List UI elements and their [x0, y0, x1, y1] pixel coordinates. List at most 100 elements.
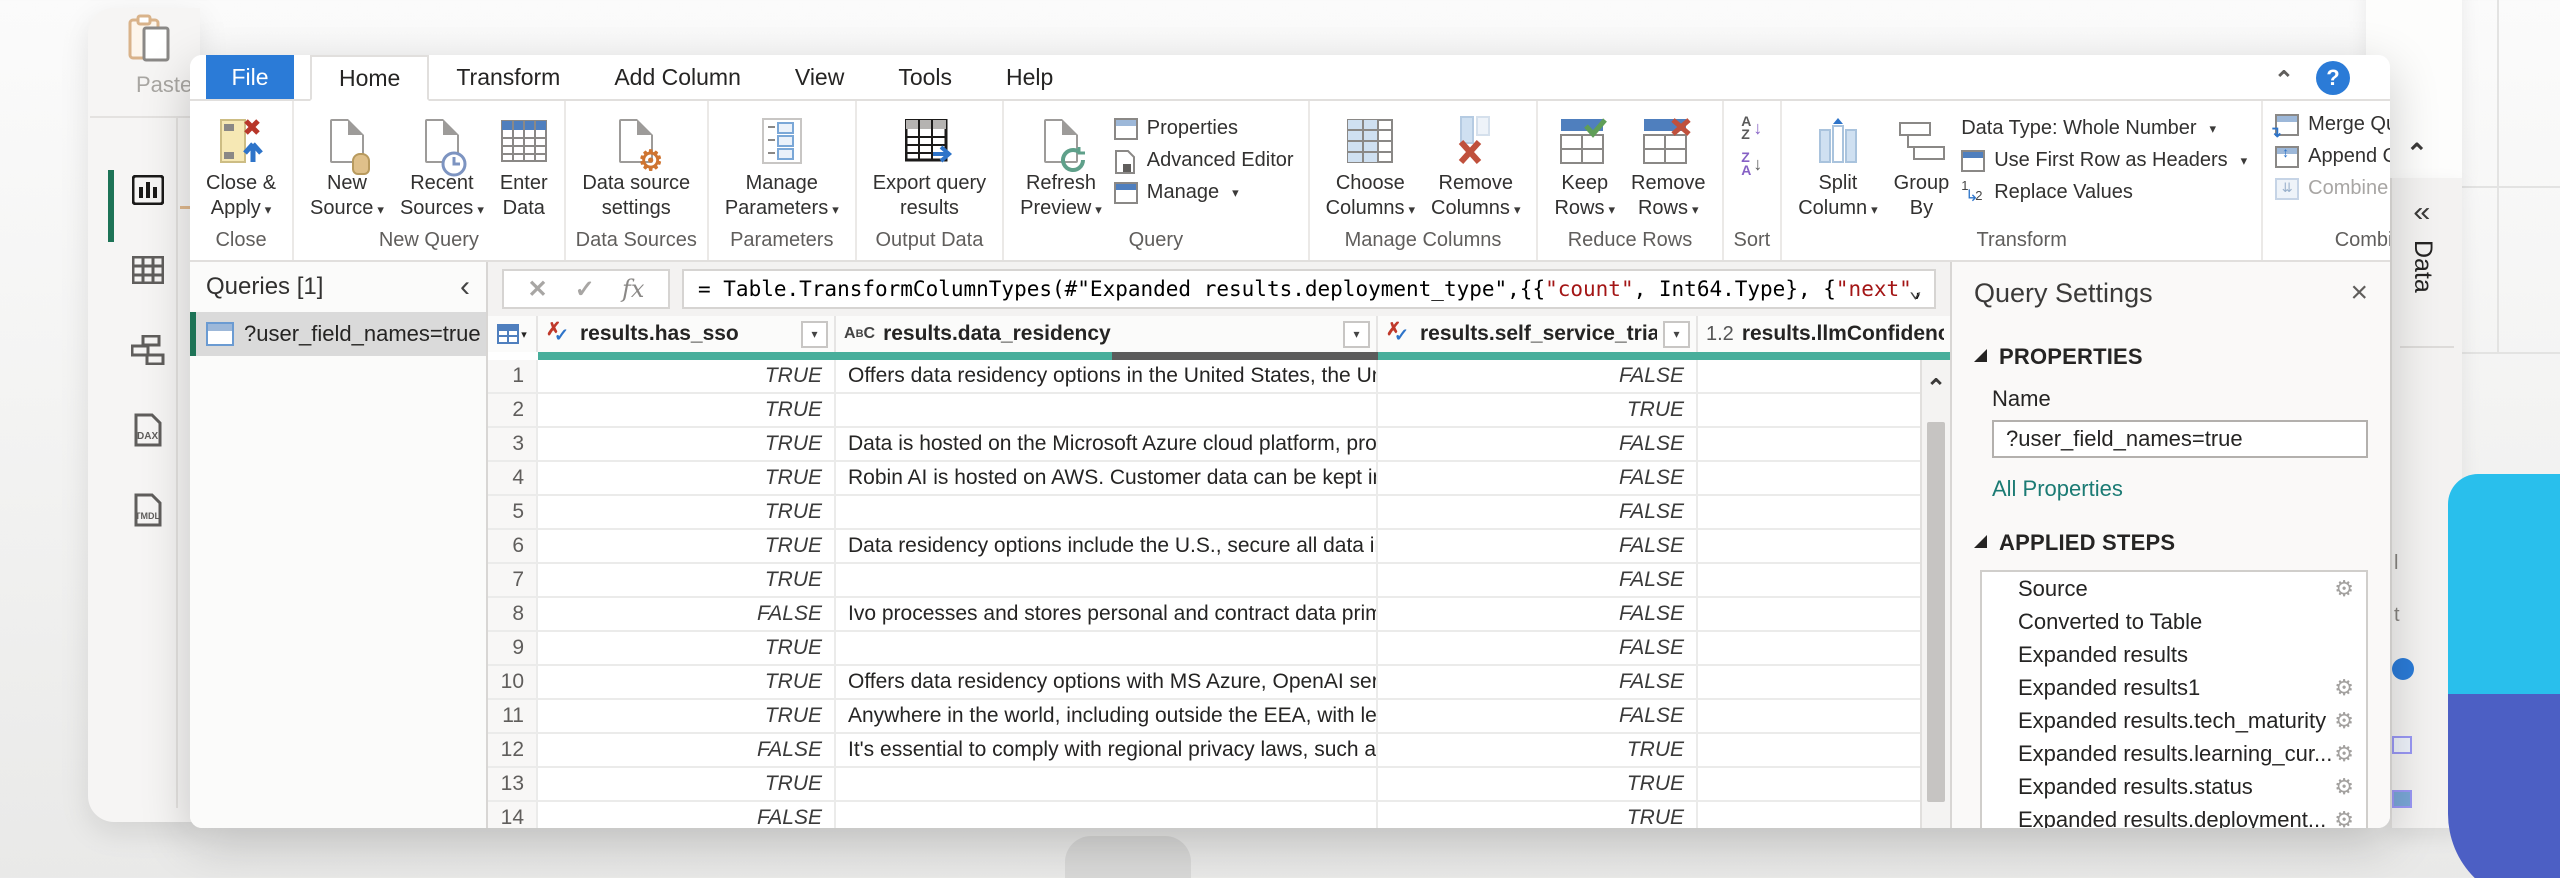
- column-header-has-sso[interactable]: ✗ ✓ results.has_sso ▾: [538, 316, 836, 352]
- group-by-button[interactable]: Group By: [1886, 107, 1958, 221]
- fx-icon[interactable]: fx: [622, 275, 644, 303]
- model-view-icon[interactable]: [126, 330, 170, 370]
- close-icon[interactable]: ×: [2350, 276, 2368, 310]
- applied-step[interactable]: Source ⚙: [1982, 572, 2366, 605]
- table-view-icon[interactable]: [126, 250, 170, 290]
- row-number[interactable]: 7: [488, 564, 538, 596]
- decimal-type-icon[interactable]: 1.2: [1706, 323, 1734, 346]
- cell-data-residency[interactable]: [836, 564, 1378, 596]
- text-type-icon[interactable]: ABC: [844, 325, 875, 343]
- cell-llmconfidence[interactable]: [1698, 598, 1950, 630]
- column-header-data-residency[interactable]: ABC results.data_residency ▾: [836, 316, 1378, 352]
- vertical-scrollbar[interactable]: ⌃: [1920, 360, 1950, 828]
- cell-llmconfidence[interactable]: [1698, 428, 1950, 460]
- cancel-formula-icon[interactable]: ✕: [528, 275, 548, 304]
- cell-has-sso[interactable]: TRUE: [538, 632, 836, 664]
- tab-home[interactable]: Home: [310, 55, 430, 101]
- applied-step[interactable]: Converted to Table: [1982, 605, 2366, 638]
- cell-data-residency[interactable]: [836, 394, 1378, 426]
- replace-values-button[interactable]: 1 ↳ 2 Replace Values: [1961, 178, 2247, 205]
- filter-button[interactable]: ▾: [1343, 320, 1370, 348]
- applied-step[interactable]: Expanded results.deployment... ⚙: [1982, 803, 2366, 829]
- cell-self-service-trial[interactable]: TRUE: [1378, 394, 1698, 426]
- cell-self-service-trial[interactable]: FALSE: [1378, 496, 1698, 528]
- cell-has-sso[interactable]: TRUE: [538, 564, 836, 596]
- cell-llmconfidence[interactable]: [1698, 394, 1950, 426]
- row-number[interactable]: 3: [488, 428, 538, 460]
- logical-type-icon[interactable]: ✗ ✓: [546, 319, 572, 346]
- formula-input[interactable]: = Table.TransformColumnTypes(#"Expanded …: [682, 269, 1936, 309]
- help-icon[interactable]: ?: [2316, 61, 2350, 95]
- cell-self-service-trial[interactable]: TRUE: [1378, 734, 1698, 766]
- tab-view[interactable]: View: [768, 55, 871, 99]
- export-query-results-button[interactable]: Export query results: [865, 107, 994, 221]
- column-header-self-service-trial[interactable]: ✗ ✓ results.self_service_trial ▾: [1378, 316, 1698, 352]
- section-expander-icon[interactable]: [1974, 348, 1987, 362]
- manage-button[interactable]: Manage ▾: [1113, 181, 1294, 204]
- row-number[interactable]: 6: [488, 530, 538, 562]
- filter-button[interactable]: ▾: [801, 320, 828, 348]
- row-number[interactable]: 4: [488, 462, 538, 494]
- table-row[interactable]: 6 TRUE Data residency options include the …: [488, 530, 1950, 564]
- cell-has-sso[interactable]: TRUE: [538, 462, 836, 494]
- scroll-up-icon[interactable]: ⌃: [1922, 374, 1950, 403]
- cell-data-residency[interactable]: Data is hosted on the Microsoft Azure cl…: [836, 428, 1378, 460]
- append-queries-button[interactable]: ↕ Append Queries▾: [2275, 144, 2390, 168]
- remove-rows-button[interactable]: Remove Rows ▾: [1623, 107, 1713, 222]
- gear-icon[interactable]: ⚙: [2334, 576, 2354, 602]
- gear-icon[interactable]: ⚙: [2334, 807, 2354, 829]
- applied-step[interactable]: Expanded results.status ⚙: [1982, 770, 2366, 803]
- table-row[interactable]: 13 TRUE TRUE: [488, 768, 1950, 802]
- select-all-corner[interactable]: ▾: [488, 316, 538, 352]
- cell-data-residency[interactable]: [836, 632, 1378, 664]
- applied-step[interactable]: Expanded results: [1982, 638, 2366, 671]
- cell-llmconfidence[interactable]: [1698, 496, 1950, 528]
- cell-llmconfidence[interactable]: [1698, 734, 1950, 766]
- table-row[interactable]: 3 TRUE Data is hosted on the Microsoft Azu…: [488, 428, 1950, 462]
- cell-data-residency[interactable]: Robin AI is hosted on AWS. Customer data…: [836, 462, 1378, 494]
- table-row[interactable]: 4 TRUE Robin AI is hosted on AWS. Customer…: [488, 462, 1950, 496]
- cell-llmconfidence[interactable]: [1698, 462, 1950, 494]
- row-number[interactable]: 5: [488, 496, 538, 528]
- manage-parameters-button[interactable]: Manage Parameters ▾: [717, 107, 847, 222]
- applied-step[interactable]: Expanded results.learning_cur... ⚙: [1982, 737, 2366, 770]
- cell-has-sso[interactable]: FALSE: [538, 802, 836, 828]
- choose-columns-button[interactable]: Choose Columns ▾: [1318, 107, 1423, 222]
- expand-formula-icon[interactable]: ⌄: [1909, 278, 1922, 303]
- applied-step[interactable]: Expanded results.tech_maturity ⚙: [1982, 704, 2366, 737]
- gear-icon[interactable]: ⚙: [2334, 675, 2354, 701]
- properties-button[interactable]: Properties: [1113, 117, 1294, 140]
- cell-has-sso[interactable]: TRUE: [538, 428, 836, 460]
- cell-self-service-trial[interactable]: FALSE: [1378, 632, 1698, 664]
- cell-has-sso[interactable]: TRUE: [538, 768, 836, 800]
- cell-has-sso[interactable]: TRUE: [538, 666, 836, 698]
- applied-step[interactable]: Expanded results1 ⚙: [1982, 671, 2366, 704]
- enter-data-button[interactable]: Enter Data: [492, 107, 556, 221]
- tab-tools[interactable]: Tools: [871, 55, 979, 99]
- tmdl-view-icon[interactable]: TMDL: [126, 490, 170, 530]
- all-properties-link[interactable]: All Properties: [1952, 458, 2390, 502]
- logical-type-icon[interactable]: ✗ ✓: [1386, 319, 1412, 346]
- keep-rows-button[interactable]: Keep Rows ▾: [1546, 107, 1623, 222]
- cell-data-residency[interactable]: [836, 802, 1378, 828]
- split-column-button[interactable]: Split Column ▾: [1790, 107, 1885, 222]
- tab-transform[interactable]: Transform: [429, 55, 587, 99]
- tab-help[interactable]: Help: [979, 55, 1080, 99]
- data-type-button[interactable]: Data Type: Whole Number ▾: [1961, 117, 2247, 140]
- table-row[interactable]: 12 FALSE It's essential to comply with reg…: [488, 734, 1950, 768]
- cell-data-residency[interactable]: [836, 768, 1378, 800]
- table-row[interactable]: 14 FALSE TRUE: [488, 802, 1950, 828]
- double-chevron-left-icon[interactable]: «: [2413, 196, 2430, 228]
- paste-button[interactable]: Paste: [126, 14, 196, 114]
- table-row[interactable]: 8 FALSE Ivo processes and stores personal …: [488, 598, 1950, 632]
- sort-ascending-icon[interactable]: A Z ↓: [1741, 114, 1762, 141]
- remove-columns-button[interactable]: Remove Columns ▾: [1423, 107, 1528, 222]
- tab-file[interactable]: File: [206, 55, 294, 99]
- cell-data-residency[interactable]: [836, 496, 1378, 528]
- cell-data-residency[interactable]: Offers data residency options with MS Az…: [836, 666, 1378, 698]
- table-row[interactable]: 10 TRUE Offers data residency options with…: [488, 666, 1950, 700]
- table-row[interactable]: 7 TRUE FALSE: [488, 564, 1950, 598]
- commit-formula-icon[interactable]: ✓: [575, 275, 595, 304]
- recent-sources-button[interactable]: Recent Sources ▾: [392, 107, 492, 222]
- collapse-queries-pane-icon[interactable]: ‹: [460, 272, 470, 302]
